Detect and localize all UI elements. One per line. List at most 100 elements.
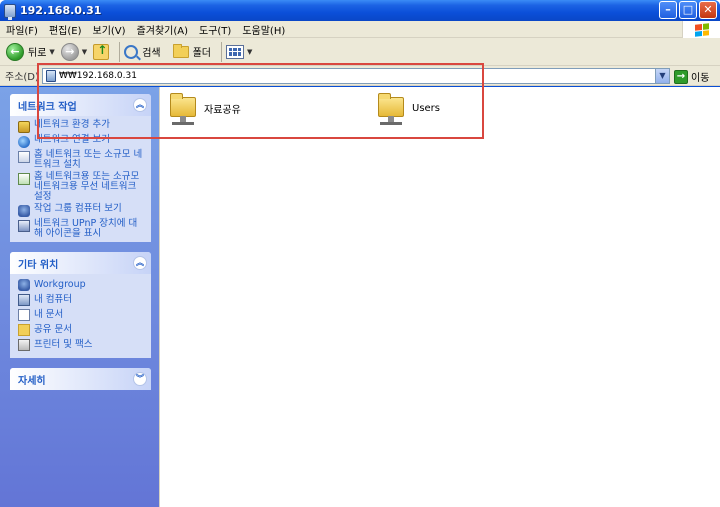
shared-folder-icon bbox=[168, 91, 198, 125]
place-label: 프린터 및 팩스 bbox=[34, 339, 93, 350]
file-view: 자료공유 Users bbox=[159, 87, 720, 507]
forward-dropdown-icon[interactable]: ▼ bbox=[82, 48, 87, 56]
details-header[interactable]: 자세히 ︾ bbox=[10, 368, 151, 390]
address-input[interactable]: ₩₩192.168.0.31 ▼ bbox=[42, 68, 670, 84]
share-name: Users bbox=[412, 102, 441, 114]
forward-arrow-icon: → bbox=[60, 42, 79, 61]
back-dropdown-icon[interactable]: ▼ bbox=[49, 48, 54, 56]
menu-view[interactable]: 보기(V) bbox=[93, 22, 126, 37]
shared-documents-icon bbox=[18, 324, 30, 336]
other-places-title: 기타 위치 bbox=[18, 259, 59, 271]
go-arrow-icon: → bbox=[674, 69, 688, 84]
close-button[interactable]: ✕ bbox=[699, 1, 717, 19]
share-item[interactable]: 자료공유 bbox=[168, 91, 241, 125]
address-value: ₩₩192.168.0.31 bbox=[59, 71, 137, 81]
workgroup-icon bbox=[18, 279, 30, 291]
task-label: 홈 네트워크용 또는 소규모 네트워크용 무선 네트워크 설정 bbox=[34, 171, 140, 202]
other-places-panel: 기타 위치 ︽ Workgroup 내 컴퓨터 내 문서 공유 문서 프린터 및… bbox=[10, 252, 151, 358]
task-show-upnp-icons[interactable]: 네트워크 UPnP 장치에 대해 아이콘을 표시 bbox=[18, 219, 145, 239]
views-dropdown-icon[interactable]: ▼ bbox=[247, 48, 252, 56]
wireless-network-icon bbox=[18, 173, 30, 185]
go-button[interactable]: → 이동 bbox=[674, 69, 709, 84]
details-title: 자세히 bbox=[18, 375, 46, 387]
window-controls: – □ ✕ bbox=[659, 1, 717, 19]
network-computer-icon bbox=[46, 70, 56, 82]
network-tasks-title: 네트워크 작업 bbox=[18, 101, 77, 113]
search-icon bbox=[124, 44, 139, 59]
expand-icon[interactable]: ︾ bbox=[133, 372, 147, 386]
menu-bar: 파일(F) 편집(E) 보기(V) 즐겨찾기(A) 도구(T) 도움말(H) bbox=[0, 21, 720, 38]
task-view-network-connections[interactable]: 네트워크 연결 보기 bbox=[18, 135, 145, 148]
forward-button[interactable]: → ▼ bbox=[60, 41, 87, 63]
other-places-list: Workgroup 내 컴퓨터 내 문서 공유 문서 프린터 및 팩스 bbox=[10, 274, 151, 358]
other-places-header[interactable]: 기타 위치 ︽ bbox=[10, 252, 151, 274]
toolbar-separator bbox=[221, 41, 222, 62]
menu-tools[interactable]: 도구(T) bbox=[199, 22, 231, 37]
task-label: 네트워크 환경 추가 bbox=[34, 119, 110, 130]
title-bar[interactable]: 192.168.0.31 – □ ✕ bbox=[0, 0, 720, 21]
task-setup-home-network[interactable]: 홈 네트워크 또는 소규모 네트워크 설치 bbox=[18, 150, 145, 170]
go-label: 이동 bbox=[691, 73, 710, 84]
address-bar: 주소(D) ₩₩192.168.0.31 ▼ → 이동 bbox=[0, 66, 720, 86]
views-button[interactable]: ▼ bbox=[226, 41, 252, 63]
back-label: 뒤로 bbox=[28, 48, 47, 59]
task-add-network-place[interactable]: 네트워크 환경 추가 bbox=[18, 120, 145, 133]
maximize-button[interactable]: □ bbox=[679, 1, 697, 19]
add-network-place-icon bbox=[18, 121, 30, 133]
place-printers-faxes[interactable]: 프린터 및 팩스 bbox=[18, 338, 145, 351]
folders-icon bbox=[172, 43, 189, 58]
search-button[interactable]: 검색 bbox=[124, 41, 161, 63]
place-label: Workgroup bbox=[34, 279, 86, 290]
place-my-computer[interactable]: 내 컴퓨터 bbox=[18, 293, 145, 306]
shared-folder-icon bbox=[376, 91, 406, 125]
menu-favorites[interactable]: 즐겨찾기(A) bbox=[137, 22, 188, 37]
network-tasks-header[interactable]: 네트워크 작업 ︽ bbox=[10, 94, 151, 116]
network-tasks-panel: 네트워크 작업 ︽ 네트워크 환경 추가 네트워크 연결 보기 홈 네트워크 또… bbox=[10, 94, 151, 242]
search-label: 검색 bbox=[142, 48, 161, 59]
windows-logo bbox=[682, 21, 720, 38]
place-workgroup[interactable]: Workgroup bbox=[18, 278, 145, 291]
window-title: 192.168.0.31 bbox=[20, 4, 102, 17]
task-label: 네트워크 연결 보기 bbox=[34, 134, 110, 145]
menu-file[interactable]: 파일(F) bbox=[6, 22, 38, 37]
network-computer-icon bbox=[4, 3, 16, 20]
network-connections-icon bbox=[18, 136, 30, 148]
address-label: 주소(D) bbox=[5, 72, 39, 83]
minimize-button[interactable]: – bbox=[659, 1, 677, 19]
folder-up-icon bbox=[93, 43, 110, 60]
my-computer-icon bbox=[18, 294, 30, 306]
place-shared-documents[interactable]: 공유 문서 bbox=[18, 323, 145, 336]
task-label: 홈 네트워크 또는 소규모 네트워크 설치 bbox=[34, 149, 143, 170]
task-pane: 네트워크 작업 ︽ 네트워크 환경 추가 네트워크 연결 보기 홈 네트워크 또… bbox=[0, 87, 159, 507]
menu-edit[interactable]: 편집(E) bbox=[49, 22, 82, 37]
details-panel: 자세히 ︾ bbox=[10, 368, 151, 390]
folders-button[interactable]: 폴더 bbox=[172, 41, 211, 63]
place-label: 공유 문서 bbox=[34, 324, 72, 335]
place-my-documents[interactable]: 내 문서 bbox=[18, 308, 145, 321]
task-label: 네트워크 UPnP 장치에 대해 아이콘을 표시 bbox=[34, 218, 138, 239]
toolbar-separator bbox=[119, 41, 121, 62]
collapse-icon[interactable]: ︽ bbox=[133, 256, 147, 270]
menu-help[interactable]: 도움말(H) bbox=[242, 22, 285, 37]
back-arrow-icon: ← bbox=[6, 42, 24, 61]
collapse-icon[interactable]: ︽ bbox=[133, 98, 147, 112]
folders-label: 폴더 bbox=[192, 48, 211, 59]
share-name: 자료공유 bbox=[204, 104, 241, 116]
views-icon bbox=[226, 44, 244, 59]
share-item[interactable]: Users bbox=[376, 91, 440, 125]
task-setup-wireless-network[interactable]: 홈 네트워크용 또는 소규모 네트워크용 무선 네트워크 설정 bbox=[18, 172, 145, 202]
toolbar: ← 뒤로 ▼ → ▼ 검색 폴더 ▼ bbox=[0, 38, 720, 66]
task-label: 작업 그룹 컴퓨터 보기 bbox=[34, 203, 122, 214]
my-documents-icon bbox=[18, 309, 30, 321]
home-network-icon bbox=[18, 151, 30, 163]
explorer-window: 192.168.0.31 – □ ✕ 파일(F) 편집(E) 보기(V) 즐겨찾… bbox=[0, 0, 720, 507]
place-label: 내 컴퓨터 bbox=[34, 294, 72, 305]
address-dropdown-icon[interactable]: ▼ bbox=[655, 69, 669, 83]
place-label: 내 문서 bbox=[34, 309, 64, 320]
up-button[interactable] bbox=[93, 41, 110, 63]
task-view-workgroup-computers[interactable]: 작업 그룹 컴퓨터 보기 bbox=[18, 204, 145, 217]
upnp-device-icon bbox=[18, 220, 30, 232]
workgroup-computers-icon bbox=[18, 205, 30, 217]
network-tasks-list: 네트워크 환경 추가 네트워크 연결 보기 홈 네트워크 또는 소규모 네트워크… bbox=[10, 116, 151, 242]
back-button[interactable]: ← 뒤로 ▼ bbox=[6, 41, 55, 63]
